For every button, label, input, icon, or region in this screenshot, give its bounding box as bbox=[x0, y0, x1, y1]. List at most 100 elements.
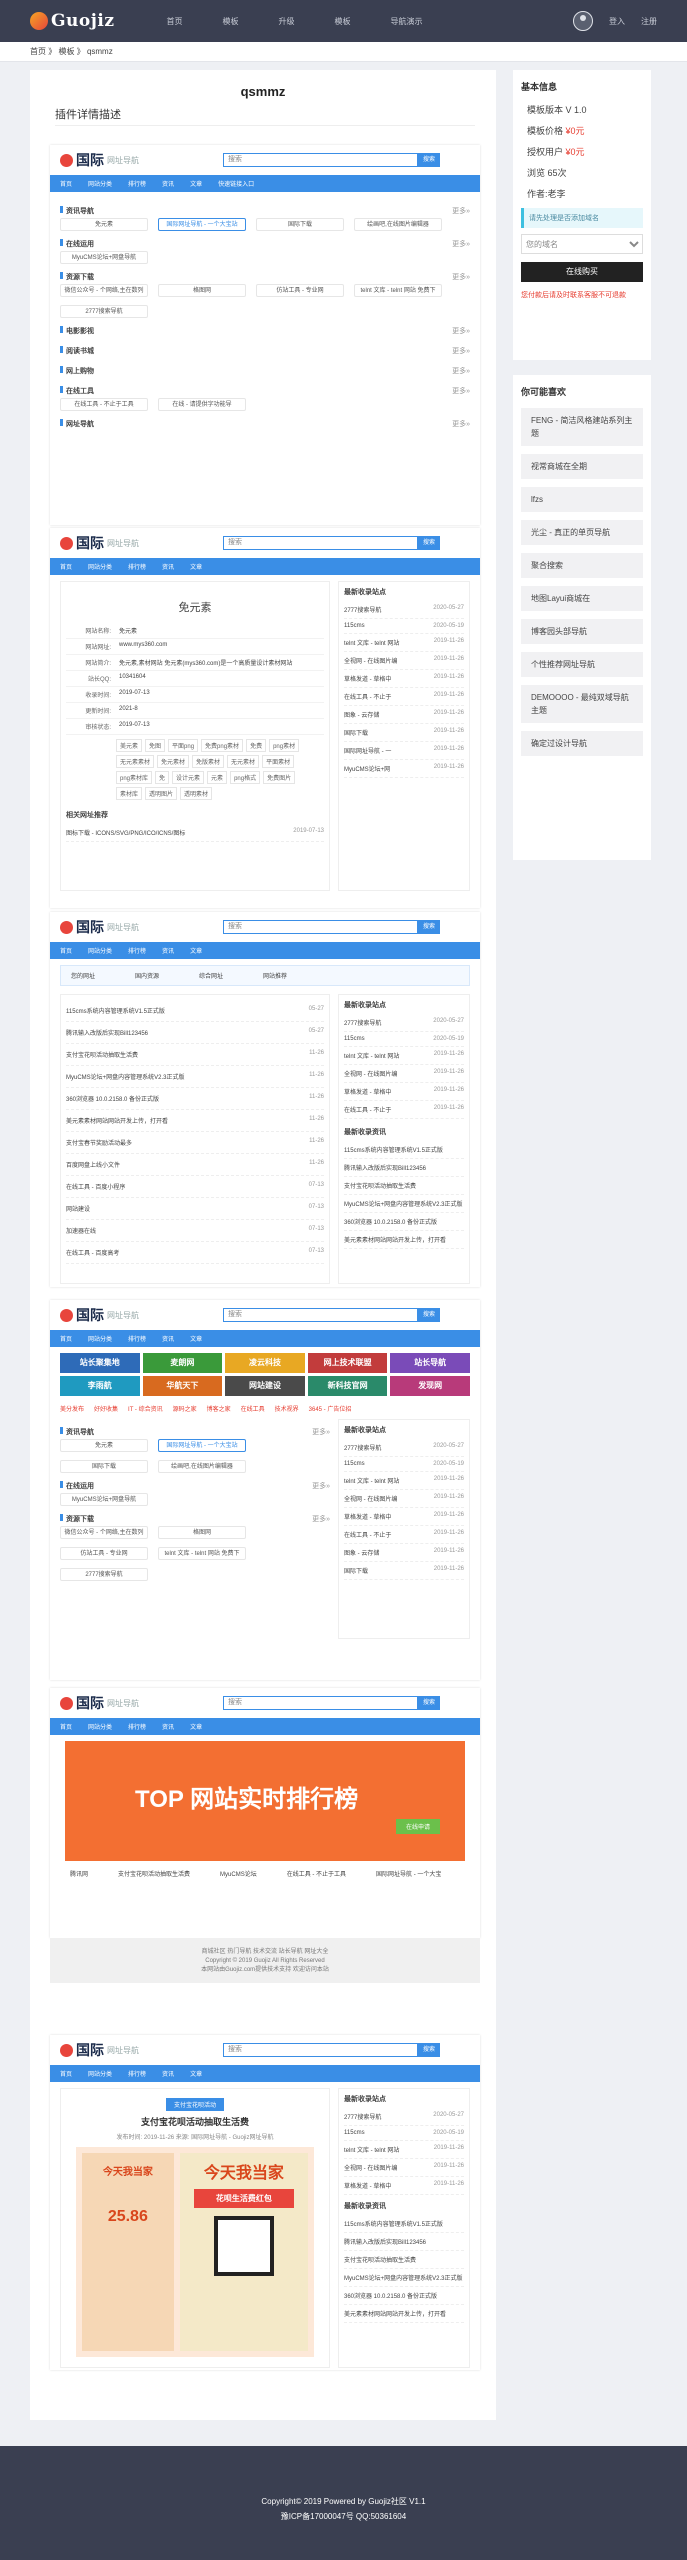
latest-item[interactable]: 115cms 2020-05-19 bbox=[344, 619, 464, 634]
tag-item[interactable]: 免元素材 bbox=[157, 755, 190, 768]
tag-item[interactable]: 透明素材 bbox=[180, 787, 213, 800]
demo-search-button[interactable]: 搜索 bbox=[418, 536, 440, 550]
login-link[interactable]: 登入 bbox=[609, 16, 625, 27]
demo-nav-item[interactable]: 排行榜 bbox=[128, 2069, 146, 2078]
news-item[interactable]: 支付宝春节奖励活动最多 11-26 bbox=[66, 1132, 324, 1154]
demo-nav-item[interactable]: 首页 bbox=[60, 1722, 72, 1731]
recommend-item[interactable]: 地图Layui商城在 bbox=[521, 586, 643, 611]
demo-nav-item[interactable]: 文章 bbox=[190, 946, 202, 955]
demo-nav-item[interactable]: 资讯 bbox=[162, 1722, 174, 1731]
banner-ad[interactable]: 华航天下 bbox=[142, 1376, 223, 1396]
site-link[interactable]: 绘画吧,在线图片编辑器 bbox=[158, 1460, 246, 1473]
demo-search-input[interactable]: 搜索 bbox=[223, 1696, 418, 1710]
news-item[interactable]: 加速器在线 07-13 bbox=[66, 1220, 324, 1242]
site-link[interactable]: MyuCMS论坛+网盘导航 bbox=[60, 251, 148, 264]
demo-nav-item[interactable]: 网站分类 bbox=[88, 562, 112, 571]
demo-nav-item[interactable]: 首页 bbox=[60, 179, 72, 188]
demo-search-button[interactable]: 搜索 bbox=[418, 920, 440, 934]
category-more-link[interactable]: 更多» bbox=[452, 419, 470, 429]
demo-nav-item[interactable]: 排行榜 bbox=[128, 179, 146, 188]
tag-item[interactable]: 素材库 bbox=[116, 787, 143, 800]
site-link[interactable]: 免元素 bbox=[60, 218, 148, 231]
latest-item[interactable]: 115cms 2020-05-19 bbox=[344, 1032, 464, 1047]
latest-item[interactable]: telnt 文库 - telnt 网站 2019-11-26 bbox=[344, 2141, 464, 2159]
recommend-item[interactable]: 确定过设计导航 bbox=[521, 731, 643, 756]
category-more-link[interactable]: 更多» bbox=[312, 1481, 330, 1491]
demo-nav-item[interactable]: 网站分类 bbox=[88, 946, 112, 955]
latest-item[interactable]: 全视网 - 在线图片编 2019-11-26 bbox=[344, 1490, 464, 1508]
latest-item[interactable]: 草格发道 - 草格中 2019-11-26 bbox=[344, 670, 464, 688]
nav-template[interactable]: 模板 bbox=[222, 16, 238, 27]
tag-item[interactable]: png格式 bbox=[230, 771, 261, 784]
site-link[interactable]: 国际网址导航 - 一个大宝站 bbox=[158, 218, 246, 231]
demo-nav-item[interactable]: 资讯 bbox=[162, 946, 174, 955]
tag-item[interactable]: 元素 bbox=[207, 771, 228, 784]
demo-search-button[interactable]: 搜索 bbox=[418, 1696, 440, 1710]
text-link[interactable]: 好好收集 bbox=[94, 1404, 118, 1413]
tag-item[interactable]: png素材库 bbox=[116, 771, 153, 784]
buy-button[interactable]: 在线购买 bbox=[521, 262, 643, 282]
recommend-item[interactable]: lfzs bbox=[521, 487, 643, 512]
demo-search-input[interactable]: 搜索 bbox=[223, 920, 418, 934]
category-more-link[interactable]: 更多» bbox=[452, 206, 470, 216]
latest-item[interactable]: 在线工具 - 不止于 2019-11-26 bbox=[344, 1526, 464, 1544]
latest-item[interactable]: 草格发道 - 草格中 2019-11-26 bbox=[344, 2177, 464, 2195]
site-link[interactable]: 格图网 bbox=[158, 1526, 246, 1539]
latest-item[interactable]: MyuCMS论坛+网 2019-11-26 bbox=[344, 760, 464, 778]
site-link[interactable]: 国际网址导航 - 一个大宝站 bbox=[158, 1439, 246, 1452]
demo-search-input[interactable]: 搜索 bbox=[223, 2043, 418, 2057]
demo-nav-item[interactable]: 网站分类 bbox=[88, 1334, 112, 1343]
text-link[interactable]: 美分发布 bbox=[60, 1404, 84, 1413]
tag-item[interactable]: 免费 bbox=[246, 739, 267, 752]
latest-item[interactable]: 2777搜索导航 2020-05-27 bbox=[344, 1014, 464, 1032]
banner-ad[interactable]: 发现网 bbox=[390, 1376, 470, 1396]
nav-home[interactable]: 首页 bbox=[166, 16, 182, 27]
news-item[interactable]: MyuCMS论坛+网盘内容管理系统V2.3正式版 11-26 bbox=[66, 1066, 324, 1088]
news-item[interactable]: 360浏览器 10.0.2158.0 备份正式版 bbox=[344, 1213, 464, 1231]
news-item[interactable]: 腾讯输入改版后实现Bill123456 05-27 bbox=[66, 1022, 324, 1044]
banner-ad[interactable]: 网站建设 bbox=[225, 1376, 305, 1396]
site-link[interactable]: 2777搜索导航 bbox=[60, 1568, 148, 1581]
demo-nav-item[interactable]: 文章 bbox=[190, 179, 202, 188]
demo-search-input[interactable]: 搜索 bbox=[223, 536, 418, 550]
latest-item[interactable]: 国际网址导航 - 一 2019-11-26 bbox=[344, 742, 464, 760]
tag-item[interactable]: 无元素材 bbox=[227, 755, 260, 768]
demo-nav-item[interactable]: 资讯 bbox=[162, 1334, 174, 1343]
recommend-item[interactable]: DEMOOOO - 最纯双域导航主题 bbox=[521, 685, 643, 723]
rank-item[interactable]: 腾讯网 bbox=[70, 1869, 88, 1878]
news-item[interactable]: 115cms系统内容管理系统V1.5正式版 bbox=[344, 1141, 464, 1159]
related-item[interactable]: 图标下载 - ICONS/SVG/PNG/ICO/ICNS/图标 2019-07-… bbox=[66, 824, 324, 842]
tag-item[interactable]: 美元素 bbox=[116, 739, 143, 752]
latest-item[interactable]: 国际下载 2019-11-26 bbox=[344, 1562, 464, 1580]
latest-item[interactable]: 在线工具 - 不止于 2019-11-26 bbox=[344, 1101, 464, 1119]
register-link[interactable]: 注册 bbox=[641, 16, 657, 27]
site-link[interactable]: 在线工具 - 不止于工具 bbox=[60, 398, 148, 411]
latest-item[interactable]: telnt 文库 - telnt 网站 2019-11-26 bbox=[344, 1047, 464, 1065]
latest-item[interactable]: 2777搜索导航 2020-05-27 bbox=[344, 2108, 464, 2126]
demo-nav-item[interactable]: 网站分类 bbox=[88, 1722, 112, 1731]
news-item[interactable]: 支付宝花呗活动抽取生活费 bbox=[344, 2251, 464, 2269]
banner-ad[interactable]: 站长聚集地 bbox=[60, 1353, 140, 1373]
latest-item[interactable]: 全视网 - 在线图片编 2019-11-26 bbox=[344, 652, 464, 670]
text-link[interactable]: 博客之家 bbox=[207, 1404, 231, 1413]
text-link[interactable]: IT - 综合资讯 bbox=[128, 1404, 163, 1413]
news-item[interactable]: MyuCMS论坛+网盘内容管理系统V2.3正式版 bbox=[344, 1195, 464, 1213]
tag-item[interactable]: 设计元素 bbox=[172, 771, 205, 784]
tag-item[interactable]: png素材 bbox=[269, 739, 300, 752]
recommend-item[interactable]: 聚合搜索 bbox=[521, 553, 643, 578]
latest-item[interactable]: 图象 - 云存储 2019-11-26 bbox=[344, 1544, 464, 1562]
latest-item[interactable]: telnt 文库 - telnt 网站 2019-11-26 bbox=[344, 634, 464, 652]
banner-ad[interactable]: 站长导航 bbox=[390, 1353, 470, 1373]
demo-nav-item[interactable]: 文章 bbox=[190, 2069, 202, 2078]
category-more-link[interactable]: 更多» bbox=[452, 239, 470, 249]
latest-item[interactable]: 115cms 2020-05-19 bbox=[344, 1457, 464, 1472]
site-link[interactable]: 免元素 bbox=[60, 1439, 148, 1452]
tag-item[interactable]: 免图 bbox=[145, 739, 166, 752]
site-link[interactable]: 国际下载 bbox=[256, 218, 344, 231]
demo-nav-item[interactable]: 网站分类 bbox=[88, 179, 112, 188]
latest-item[interactable]: 全视网 - 在线图片编 2019-11-26 bbox=[344, 1065, 464, 1083]
category-more-link[interactable]: 更多» bbox=[452, 272, 470, 282]
latest-item[interactable]: telnt 文库 - telnt 网站 2019-11-26 bbox=[344, 1472, 464, 1490]
recommend-item[interactable]: 光尘 - 真正的单页导航 bbox=[521, 520, 643, 545]
news-item[interactable]: MyuCMS论坛+网盘内容管理系统V2.3正式版 bbox=[344, 2269, 464, 2287]
